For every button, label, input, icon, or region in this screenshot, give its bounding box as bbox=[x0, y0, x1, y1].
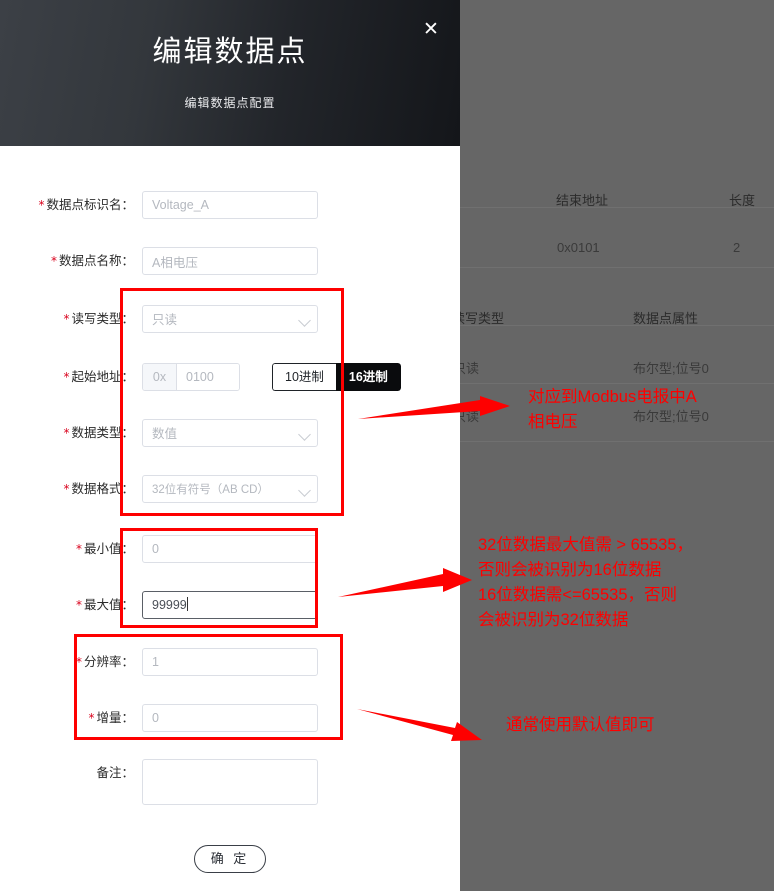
arrow-icon-1 bbox=[358, 396, 510, 419]
screen-root: 结束地址 长度 0x0101 2 读写类型 数据点属性 只读 布尔型;位号0 只… bbox=[0, 0, 774, 891]
annotation-arrows bbox=[338, 396, 510, 741]
annotation-text-3: 通常使用默认值即可 bbox=[506, 716, 655, 734]
annotation-text-2: 32位数据最大值需 > 65535， 否则会被识别为16位数据 16位数据需<=… bbox=[478, 536, 694, 629]
annotation-text-1: 对应到Modbus电报中A 相电压 bbox=[528, 388, 697, 431]
arrow-icon-2 bbox=[338, 568, 472, 597]
arrow-icon-3 bbox=[357, 709, 482, 741]
